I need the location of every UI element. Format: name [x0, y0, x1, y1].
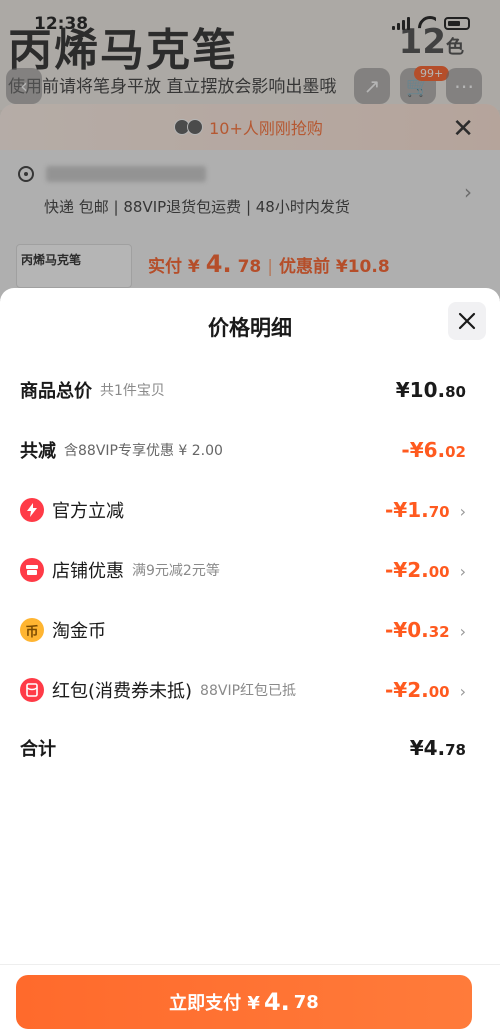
- sheet-title: 价格明细: [208, 316, 292, 340]
- coin-icon: 币: [20, 618, 44, 642]
- row-label: 合计: [20, 739, 56, 760]
- row-label: 商品总价: [20, 381, 92, 402]
- pay-amount-dec: 78: [293, 991, 319, 1013]
- total-discount-row: 共减 含88VIP专享优惠 ¥ 2.00 -¥6.02: [20, 430, 466, 470]
- row-label: 店铺优惠: [52, 561, 124, 582]
- row-amount: -¥2.00: [384, 678, 450, 702]
- pay-amount-int: 4.: [263, 988, 290, 1016]
- row-label: 淘金币: [52, 621, 106, 642]
- chevron-right-icon: ›: [459, 562, 466, 581]
- total-price-row: 商品总价 共1件宝贝 ¥10.80: [20, 370, 466, 410]
- sum-row: 合计 ¥4.78: [20, 728, 466, 768]
- red-packet-row[interactable]: 红包(消费券未抵) 88VIP红包已抵 -¥2.00 ›: [20, 670, 466, 710]
- row-amount: -¥2.00: [384, 558, 450, 582]
- background-page: 丙烯马克笔 使用前请将笔身平放 直立摆放会影响出墨哦 12色 12:38 ‹ ↗…: [0, 0, 500, 300]
- lightning-icon: [20, 498, 44, 522]
- red-packet-icon: [20, 678, 44, 702]
- price-detail-sheet: 价格明细 商品总价 共1件宝贝 ¥10.80 共减 含88VIP专享优惠 ¥ 2…: [0, 288, 500, 1036]
- row-label: 红包(消费券未抵): [52, 681, 193, 702]
- row-amount: -¥1.70: [384, 498, 450, 522]
- row-note: 满9元减2元等: [132, 563, 220, 579]
- chevron-right-icon: ›: [459, 502, 466, 521]
- close-icon: [458, 312, 476, 330]
- close-button[interactable]: [448, 302, 486, 340]
- shop-discount-row[interactable]: 店铺优惠 满9元减2元等 -¥2.00 ›: [20, 550, 466, 590]
- shop-icon: [20, 558, 44, 582]
- row-amount: -¥0.32: [384, 618, 450, 642]
- row-label: 共减: [20, 441, 56, 462]
- chevron-right-icon: ›: [459, 622, 466, 641]
- row-note: 共1件宝贝: [100, 383, 165, 399]
- row-note: 含88VIP专享优惠 ¥ 2.00: [64, 443, 223, 459]
- row-amount: ¥10.80: [395, 378, 466, 402]
- dim-overlay[interactable]: [0, 0, 500, 300]
- row-amount: -¥6.02: [401, 438, 466, 462]
- bottom-bar: 立即支付 ¥4. 78: [0, 964, 500, 1036]
- row-amount: ¥4.78: [409, 736, 466, 760]
- pay-now-button[interactable]: 立即支付 ¥4. 78: [16, 975, 472, 1029]
- pay-label: 立即支付 ¥: [169, 993, 260, 1014]
- chevron-right-icon: ›: [459, 682, 466, 701]
- row-note: 88VIP红包已抵: [200, 683, 297, 699]
- official-discount-row[interactable]: 官方立减 -¥1.70 ›: [20, 490, 466, 530]
- row-label: 官方立减: [52, 501, 124, 522]
- taojinbi-row[interactable]: 币 淘金币 -¥0.32 ›: [20, 610, 466, 650]
